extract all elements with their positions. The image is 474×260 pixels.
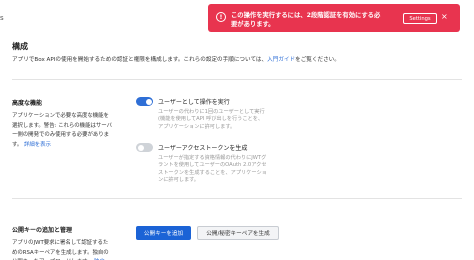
section-description: アプリでBox APIの使用を開始するための認証と権限を構成します。これらの設定… (12, 55, 340, 63)
switch-knob (145, 98, 152, 105)
generate-keypair-button[interactable]: 公開/秘密キーペアを生成 (197, 226, 279, 240)
details-link[interactable]: 詳細を表示 (24, 142, 51, 148)
page-title: 構成 (12, 42, 28, 51)
public-key-desc-text: アプリのJWT要求に署名して認証するためのRSAキーペアを生成します。独自の公開… (12, 240, 109, 260)
toast-message: この操作を実行するには、2段階認証を有効にする必要があります。 (231, 12, 381, 28)
public-key-label: 公開キーの追加と管理 アプリのJWT要求に署名して認証するためのRSAキーペアを… (12, 225, 112, 260)
toggle-title: ユーザーとして操作を実行 (158, 99, 230, 106)
divider (12, 79, 462, 80)
section-description-end: をご覧ください。 (295, 57, 340, 63)
alert-icon: ! (216, 12, 226, 22)
toggle-generate-token: ユーザーアクセストークンを生成 ユーザーが指定する資格情報の代わりにJWTグラン… (136, 143, 276, 183)
generate-token-switch[interactable] (136, 143, 153, 152)
add-public-key-button[interactable]: 公開キーを追加 (136, 226, 191, 240)
section-description-text: アプリでBox APIの使用を開始するための認証と権限を構成します。これらの設定… (12, 57, 268, 63)
public-key-desc: アプリのJWT要求に署名して認証するためのRSAキーペアを生成します。独自の公開… (12, 239, 112, 260)
advanced-features-desc: アプリケーションで必要な高度な機能を選択します。警告: これらの機能はサーバー側… (12, 112, 112, 150)
toggle-title: ユーザーアクセストークンを生成 (158, 145, 248, 152)
public-key-title: 公開キーの追加と管理 (12, 227, 73, 234)
divider (12, 198, 462, 199)
advanced-features-title: 高度な機能 (12, 100, 43, 107)
advanced-features-label: 高度な機能 アプリケーションで必要な高度な機能を選択します。警告: これらの機能… (12, 98, 112, 150)
toggle-perform-as-user: ユーザーとして操作を実行 ユーザーの代わりに1回のユーザーとして実行(機能を使用… (136, 97, 276, 137)
toggle-desc: ユーザーの代わりに1回のユーザーとして実行(機能を使用してAPI 呼び出しを行う… (158, 109, 265, 130)
close-icon[interactable]: × (441, 12, 448, 21)
getting-started-link[interactable]: 入門ガイド (267, 57, 295, 63)
settings-button[interactable]: Settings (403, 13, 437, 24)
truncated-heading: s (0, 14, 4, 22)
perform-as-user-switch[interactable] (136, 97, 153, 106)
toggle-desc: ユーザーが指定する資格情報の代わりにJWTグラントを使用してユーザーのOAuth… (158, 155, 267, 184)
switch-knob (137, 144, 144, 151)
